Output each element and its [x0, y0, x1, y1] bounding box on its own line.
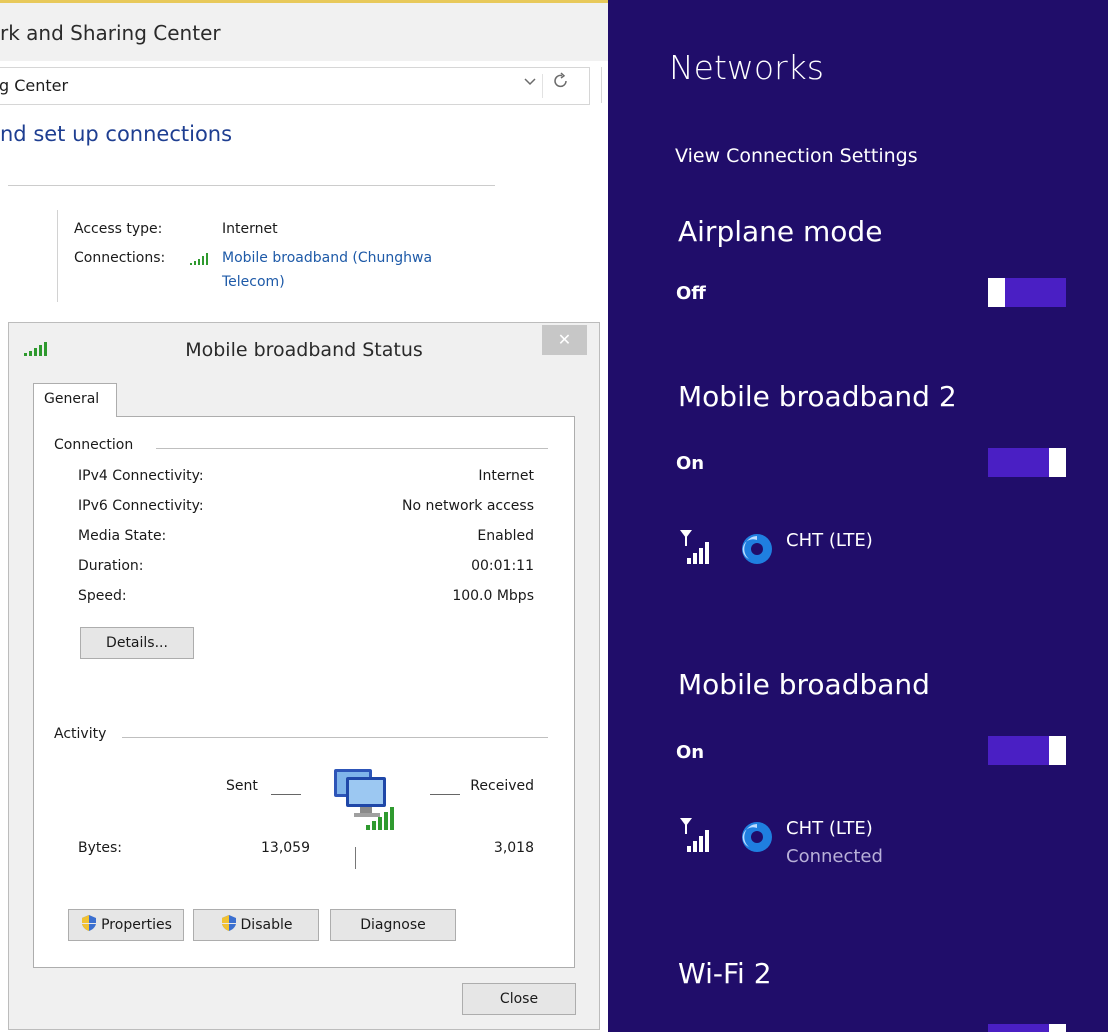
toggle-knob — [1049, 1024, 1066, 1032]
speed-value: 100.0 Mbps — [452, 588, 534, 604]
duration-value: 00:01:11 — [471, 558, 534, 574]
mobile-broadband-2-toggle[interactable] — [988, 448, 1066, 477]
signal-bars-icon — [189, 251, 213, 270]
divider — [355, 847, 356, 869]
search-box-edge[interactable] — [601, 67, 608, 103]
access-type-label: Access type: — [74, 221, 163, 237]
speed-label: Speed: — [78, 588, 127, 604]
ipv4-value: Internet — [478, 468, 534, 484]
connection-link[interactable]: Mobile broadband (Chunghwa — [222, 250, 432, 266]
mobile-broadband-2-connection[interactable]: CHT (LTE) — [678, 528, 978, 568]
networks-pane: Networks View Connection Settings Airpla… — [608, 0, 1108, 1032]
toggle-knob — [1049, 448, 1066, 477]
mobile-broadband-toggle[interactable] — [988, 736, 1066, 765]
mobile-broadband-2-title: Mobile broadband 2 — [678, 380, 957, 413]
connections-label: Connections: — [74, 250, 166, 266]
bytes-label: Bytes: — [78, 840, 123, 856]
address-bar-text[interactable]: g Center — [0, 76, 68, 95]
window-title: rk and Sharing Center — [0, 21, 221, 45]
received-label: Received — [470, 778, 534, 794]
divider — [430, 794, 460, 795]
tab-general-label: General — [44, 391, 100, 407]
divider — [122, 737, 548, 738]
airplane-mode-toggle[interactable] — [988, 278, 1066, 307]
shield-icon — [80, 914, 98, 936]
wifi-2-title: Wi-Fi 2 — [678, 957, 772, 990]
disable-button-label: Disable — [240, 917, 293, 933]
title-bar: rk and Sharing Center — [0, 3, 608, 61]
diagnose-button-label: Diagnose — [360, 917, 426, 933]
shield-icon — [220, 914, 238, 936]
carrier-logo-icon — [740, 820, 774, 858]
sent-label: Sent — [226, 778, 258, 794]
connection-name: CHT (LTE) — [786, 530, 873, 551]
toggle-knob — [1049, 736, 1066, 765]
airplane-mode-title: Airplane mode — [678, 215, 883, 248]
status-dialog: Mobile broadband Status ✕ General Connec… — [8, 322, 600, 1030]
access-type-value: Internet — [222, 221, 278, 237]
details-button[interactable]: Details... — [80, 627, 194, 659]
antenna-signal-icon — [678, 528, 718, 570]
ipv6-value: No network access — [402, 498, 534, 514]
carrier-logo-icon — [740, 532, 774, 570]
divider — [271, 794, 301, 795]
media-state-label: Media State: — [78, 528, 167, 544]
details-button-label: Details... — [106, 635, 168, 651]
network-computer-icon — [324, 767, 404, 837]
connection-group-label: Connection — [54, 437, 140, 453]
properties-button-label: Properties — [101, 917, 172, 933]
address-bar[interactable]: g Center — [0, 67, 590, 105]
media-state-value: Enabled — [477, 528, 534, 544]
divider — [57, 210, 58, 302]
tab-panel: Connection IPv4 Connectivity: Internet I… — [33, 416, 575, 968]
ipv4-label: IPv4 Connectivity: — [78, 468, 204, 484]
bytes-received-value: 3,018 — [493, 840, 534, 856]
diagnose-button[interactable]: Diagnose — [330, 909, 456, 941]
control-panel-window: rk and Sharing Center g Center nd set up… — [0, 0, 608, 1032]
mobile-broadband-2-state: On — [676, 453, 705, 474]
divider — [8, 185, 495, 186]
duration-label: Duration: — [78, 558, 144, 574]
wifi-2-toggle[interactable] — [988, 1024, 1066, 1032]
page-heading: nd set up connections — [0, 122, 233, 146]
view-connection-settings-link[interactable]: View Connection Settings — [675, 145, 918, 167]
close-button-label: Close — [499, 991, 539, 1007]
chevron-down-icon[interactable] — [524, 76, 536, 91]
activity-group-label: Activity — [54, 726, 113, 742]
connection-status: Connected — [786, 846, 883, 867]
properties-button[interactable]: Properties — [68, 909, 184, 941]
airplane-mode-state: Off — [676, 283, 706, 304]
disable-button[interactable]: Disable — [193, 909, 319, 941]
close-icon[interactable]: ✕ — [542, 325, 587, 355]
refresh-icon[interactable] — [553, 72, 569, 95]
address-divider — [542, 74, 543, 98]
divider — [156, 448, 548, 449]
mobile-broadband-title: Mobile broadband — [678, 668, 930, 701]
close-button[interactable]: Close — [462, 983, 576, 1015]
connection-link-continued[interactable]: Telecom) — [222, 274, 285, 290]
ipv6-label: IPv6 Connectivity: — [78, 498, 204, 514]
tab-general[interactable]: General — [33, 383, 117, 417]
pane-title: Networks — [669, 48, 824, 87]
mobile-broadband-connection[interactable]: CHT (LTE) Connected — [678, 816, 978, 880]
bytes-sent-value: 13,059 — [261, 840, 310, 856]
dialog-title: Mobile broadband Status — [185, 339, 423, 361]
mobile-broadband-state: On — [676, 742, 705, 763]
antenna-signal-icon — [678, 816, 718, 858]
toggle-knob — [988, 278, 1005, 307]
connection-name: CHT (LTE) — [786, 818, 873, 839]
